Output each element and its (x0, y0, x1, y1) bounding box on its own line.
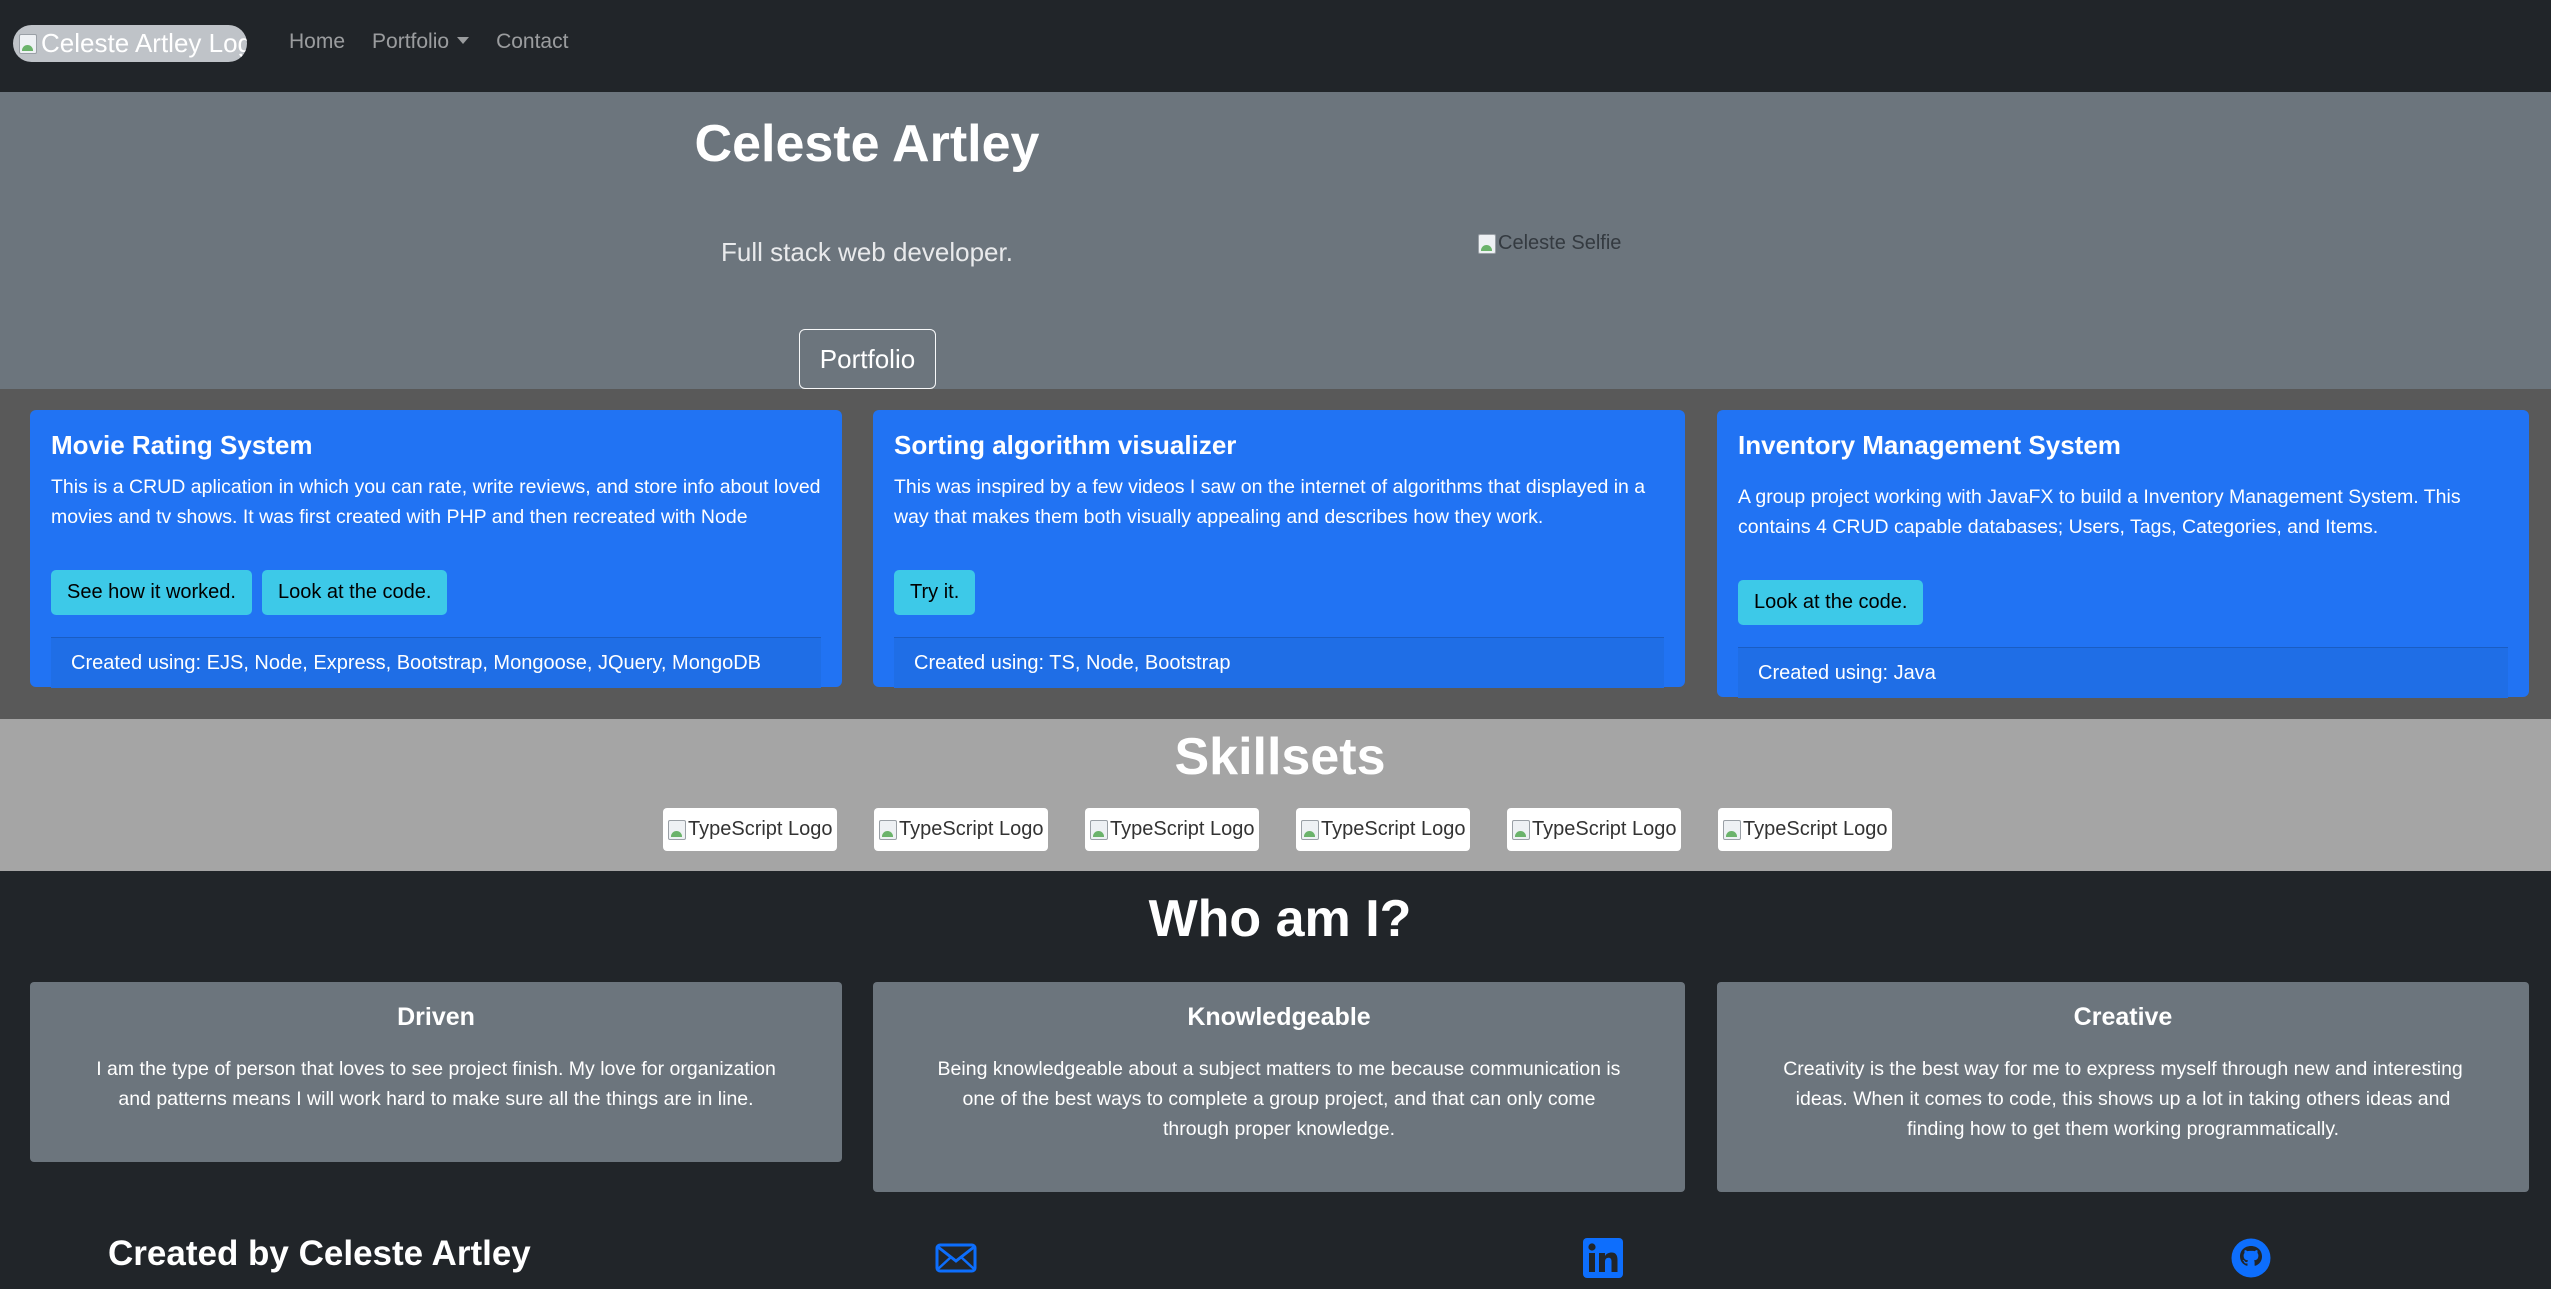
skillsets-section: Skillsets TypeScript Logo TypeScript Log… (0, 719, 2551, 871)
skill-logo: TypeScript Logo (1296, 808, 1470, 851)
project-created-using: Created using: Java (1738, 647, 2508, 698)
project-title: Movie Rating System (51, 430, 313, 460)
project-description: This was inspired by a few videos I saw … (894, 476, 1646, 528)
skill-logo-alt: TypeScript Logo (1110, 818, 1255, 840)
skill-logo-alt: TypeScript Logo (1743, 818, 1888, 840)
project-buttons: See how it worked. Look at the code. (51, 570, 448, 615)
nav-link-contact[interactable]: Contact (496, 30, 568, 54)
nav-link-portfolio-label: Portfolio (372, 30, 450, 53)
envelope-icon[interactable] (935, 1238, 977, 1278)
navbar: Celeste Artley Logo Home Portfolio Conta… (0, 0, 2551, 92)
project-title: Sorting algorithm visualizer (894, 430, 1237, 460)
brand-logo[interactable]: Celeste Artley Logo (13, 25, 247, 62)
broken-image-icon (1478, 233, 1496, 254)
projects-section: Movie Rating System This is a CRUD aplic… (0, 389, 2551, 719)
linkedin-icon[interactable] (1582, 1238, 1624, 1278)
trait-card-driven: Driven I am the type of person that love… (30, 982, 842, 1162)
footer-title: Created by Celeste Artley (108, 1234, 531, 1273)
try-it-button[interactable]: Try it. (894, 570, 976, 615)
broken-image-icon (1723, 819, 1741, 840)
skill-logo: TypeScript Logo (1718, 808, 1892, 851)
selfie-image: Celeste Selfie (1478, 232, 1621, 255)
trait-title: Knowledgeable (1187, 1003, 1371, 1031)
hero-title: Celeste Artley (694, 115, 1040, 173)
nav-dropdown-portfolio[interactable]: Portfolio (372, 30, 470, 54)
skill-logo: TypeScript Logo (1085, 808, 1259, 851)
project-card-movie-rating: Movie Rating System This is a CRUD aplic… (30, 410, 842, 688)
broken-image-icon (668, 819, 686, 840)
caret-down-icon (457, 37, 470, 44)
who-am-i-section: Who am I? Driven I am the type of person… (0, 871, 2551, 1289)
hero-section: Celeste Artley Full stack web developer.… (0, 92, 2551, 389)
selfie-alt: Celeste Selfie (1498, 232, 1622, 254)
broken-image-icon (879, 819, 897, 840)
project-created-using: Created using: EJS, Node, Express, Boots… (51, 637, 821, 688)
skill-logo: TypeScript Logo (1507, 808, 1681, 851)
skill-list: TypeScript Logo TypeScript Logo TypeScri… (663, 808, 1892, 851)
trait-card-creative: Creative Creativity is the best way for … (1717, 982, 2529, 1192)
project-card-sorting-visualizer: Sorting algorithm visualizer This was in… (873, 410, 1685, 688)
nav-link-home[interactable]: Home (289, 30, 345, 54)
trait-card-knowledgeable: Knowledgeable Being knowledgeable about … (873, 982, 1685, 1192)
brand-logo-alt: Celeste Artley Logo (41, 28, 247, 58)
project-description: This is a CRUD aplication in which you c… (51, 476, 821, 528)
skill-logo-alt: TypeScript Logo (899, 818, 1044, 840)
hero-subtitle: Full stack web developer. (721, 237, 1013, 267)
skill-logo-alt: TypeScript Logo (1321, 818, 1466, 840)
trait-text: Being knowledgeable about a subject matt… (937, 1058, 1621, 1140)
who-am-i-title: Who am I? (1148, 890, 1412, 948)
see-how-it-worked-button[interactable]: See how it worked. (51, 570, 252, 615)
trait-title: Creative (2073, 1003, 2173, 1031)
skillsets-title: Skillsets (1174, 728, 1386, 786)
project-title: Inventory Management System (1738, 430, 2121, 460)
nav-links: Home Portfolio Contact (289, 30, 595, 54)
trait-title: Driven (397, 1003, 475, 1031)
project-card-inventory-management: Inventory Management System A group proj… (1717, 410, 2529, 698)
look-at-code-button[interactable]: Look at the code. (1738, 580, 1924, 625)
broken-image-icon (1090, 819, 1108, 840)
trait-text: Creativity is the best way for me to exp… (1783, 1058, 2463, 1140)
github-icon[interactable] (2230, 1238, 2272, 1278)
skill-logo: TypeScript Logo (874, 808, 1048, 851)
skill-logo: TypeScript Logo (663, 808, 837, 851)
portfolio-button[interactable]: Portfolio (799, 329, 936, 389)
skill-logo-alt: TypeScript Logo (688, 818, 833, 840)
broken-image-icon (19, 33, 37, 54)
broken-image-icon (1301, 819, 1319, 840)
project-description: A group project working with JavaFX to b… (1738, 486, 2461, 538)
skill-logo-alt: TypeScript Logo (1532, 818, 1677, 840)
broken-image-icon (1512, 819, 1530, 840)
project-created-using: Created using: TS, Node, Bootstrap (894, 637, 1664, 688)
look-at-code-button[interactable]: Look at the code. (261, 570, 448, 615)
project-buttons: Try it. (894, 570, 976, 615)
trait-text: I am the type of person that loves to se… (96, 1058, 776, 1110)
project-buttons: Look at the code. (1738, 580, 1924, 625)
